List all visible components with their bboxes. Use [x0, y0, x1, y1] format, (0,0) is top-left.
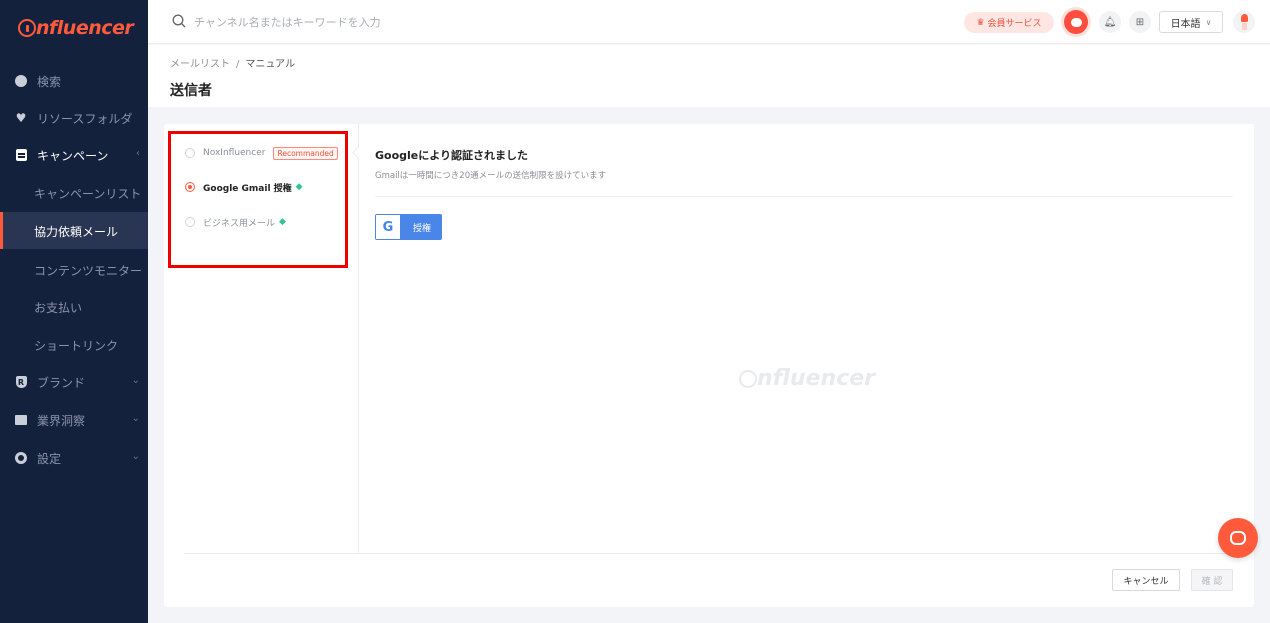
- divider-notch: [352, 146, 365, 159]
- sidebar-item-label: 検索: [37, 75, 62, 89]
- sidebar-item-content-monitor[interactable]: コンテンツモニター: [0, 251, 148, 288]
- logo-text: nfluencer: [36, 17, 134, 39]
- chevron-down-icon: ∨: [1205, 17, 1212, 27]
- sidebar-item-label: お支払い: [34, 301, 83, 315]
- sidebar-item-label: ショートリンク: [34, 339, 119, 353]
- sidebar-item-label: 設定: [37, 452, 62, 466]
- page-title: 送信者: [170, 83, 212, 99]
- logo-mark-icon: [18, 19, 36, 37]
- sidebar-item-short-link[interactable]: ショートリンク: [0, 326, 148, 363]
- top-bar: ♛ 会員サービス 🔔︎ ⊞ 日本語 ∨: [148, 0, 1270, 44]
- breadcrumb-separator: /: [236, 59, 240, 70]
- breadcrumb-current: マニュアル: [245, 59, 296, 70]
- auth-title: Googleにより認証されました: [375, 149, 529, 162]
- sidebar-item-payment[interactable]: お支払い: [0, 288, 148, 325]
- grid-icon: ⊞: [1135, 16, 1145, 28]
- member-service-button[interactable]: ♛ 会員サービス: [964, 12, 1054, 33]
- sidebar-item-label: 業界洞察: [37, 414, 86, 428]
- vertical-divider: [358, 124, 359, 553]
- sidebar-item-settings[interactable]: 設定 ⌄: [0, 439, 148, 476]
- brand-icon: R: [15, 376, 27, 388]
- chevron-down-icon: ⌄: [131, 451, 140, 462]
- heart-icon: ♥: [15, 111, 27, 125]
- google-icon: G: [376, 215, 400, 239]
- member-service-label: 会員サービス: [987, 19, 1042, 29]
- chevron-down-icon: ⌄: [131, 413, 140, 424]
- sidebar: nfluencer 検索 ♥ リソースフォルダ キャンペーン ‹ キャンペーンリ…: [0, 0, 148, 623]
- chat-bubble-icon: [1070, 17, 1082, 27]
- chevron-left-icon: ‹: [136, 148, 140, 159]
- support-chat-button[interactable]: [1218, 518, 1258, 558]
- bell-icon: 🔔︎: [1103, 16, 1117, 28]
- language-select[interactable]: 日本語 ∨: [1159, 11, 1223, 33]
- sidebar-item-industry-insight[interactable]: 業界洞察 ⌄: [0, 401, 148, 438]
- breadcrumb-parent[interactable]: メールリスト: [170, 59, 230, 70]
- sidebar-item-label: ブランド: [37, 376, 86, 390]
- user-avatar[interactable]: [1233, 11, 1255, 33]
- breadcrumb: メールリスト / マニュアル: [170, 55, 295, 70]
- cancel-button[interactable]: キャンセル: [1112, 569, 1180, 591]
- chevron-down-icon: ⌄: [131, 375, 140, 386]
- sidebar-item-label: キャンペーンリスト: [34, 187, 142, 201]
- chat-icon: [1230, 531, 1246, 545]
- sidebar-item-collab-mail[interactable]: 協力依頼メール: [0, 212, 148, 249]
- language-label: 日本語: [1170, 18, 1201, 30]
- brand-watermark: nfluencer: [739, 366, 875, 391]
- messages-button[interactable]: [1064, 10, 1088, 34]
- gear-icon: [15, 452, 27, 464]
- watermark-text: nfluencer: [757, 366, 876, 391]
- apps-button[interactable]: ⊞: [1129, 11, 1151, 33]
- confirm-button[interactable]: 確 認: [1191, 569, 1233, 591]
- notification-button[interactable]: 🔔︎: [1099, 11, 1121, 33]
- footer-divider: [184, 553, 1240, 554]
- sidebar-item-resource-folder[interactable]: ♥ リソースフォルダ: [0, 99, 148, 136]
- sidebar-item-label: リソースフォルダ: [37, 112, 133, 126]
- document-icon: [15, 149, 27, 161]
- sidebar-item-campaign-list[interactable]: キャンペーンリスト: [0, 174, 148, 211]
- search-input[interactable]: [194, 12, 594, 32]
- google-authorize-label: 授権: [413, 223, 432, 234]
- auth-subtitle: Gmailは一時間につき20通メールの送信制限を設けています: [375, 171, 607, 181]
- compass-icon: [15, 75, 27, 87]
- highlight-box: [168, 131, 348, 268]
- sidebar-item-brand[interactable]: R ブランド ⌄: [0, 363, 148, 400]
- sidebar-item-campaign[interactable]: キャンペーン ‹: [0, 136, 148, 173]
- insight-chart-icon: [15, 414, 27, 426]
- google-authorize-button[interactable]: G 授権: [375, 214, 442, 240]
- sidebar-item-label: コンテンツモニター: [34, 264, 143, 278]
- brand-logo[interactable]: nfluencer: [18, 16, 134, 40]
- crown-icon: ♛: [976, 17, 985, 28]
- sidebar-item-search[interactable]: 検索: [0, 62, 148, 99]
- search-icon: [172, 14, 186, 28]
- page-header: メールリスト / マニュアル 送信者: [148, 45, 1270, 107]
- section-divider: [375, 196, 1233, 197]
- sidebar-item-label: 協力依頼メール: [34, 225, 119, 239]
- sidebar-item-label: キャンペーン: [37, 149, 109, 163]
- logo-mark-icon: [739, 369, 757, 388]
